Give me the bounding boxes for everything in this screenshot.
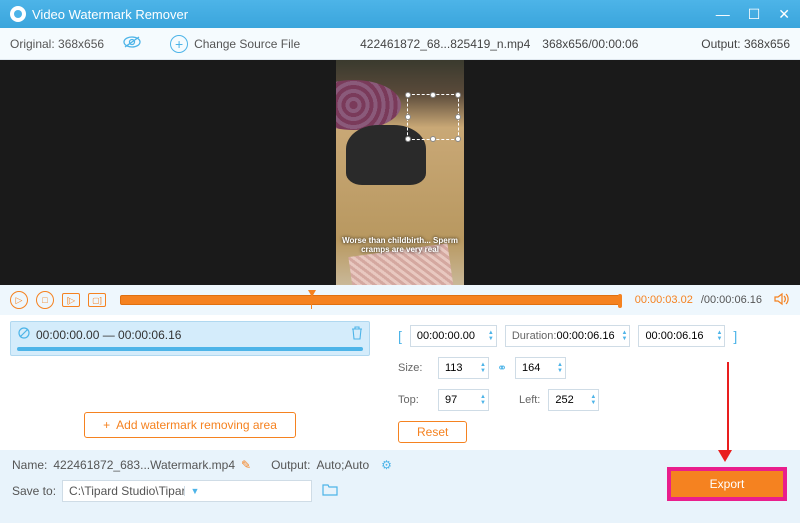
spinner-down[interactable]: ▼ — [590, 400, 596, 406]
selection-box[interactable] — [407, 94, 459, 140]
maximize-button[interactable]: ☐ — [748, 6, 761, 23]
change-source-label: Change Source File — [194, 37, 300, 51]
set-end-bracket[interactable]: ] — [733, 328, 737, 344]
minimize-button[interactable]: ― — [716, 6, 730, 23]
playhead[interactable] — [306, 290, 316, 310]
spinner-down[interactable]: ▼ — [621, 336, 627, 342]
left-input[interactable]: ▲▼ — [548, 389, 599, 411]
name-label: Name: — [12, 458, 47, 472]
resize-handle[interactable] — [455, 136, 461, 142]
playback-controls: ▷ □ [▷ ▢] 00:00:03.02/00:00:06.16 — [0, 285, 800, 315]
change-source-button[interactable]: + Change Source File — [170, 35, 300, 53]
stop-button[interactable]: □ — [36, 291, 54, 309]
resize-handle[interactable] — [430, 92, 436, 98]
duration-input[interactable]: Duration:▲▼ — [505, 325, 631, 347]
spinner-down[interactable]: ▼ — [557, 368, 563, 374]
segment-range: 00:00:00.00 — 00:00:06.16 — [36, 328, 181, 342]
size-label: Size: — [398, 362, 430, 374]
spinner-down[interactable]: ▼ — [480, 400, 486, 406]
add-area-label: Add watermark removing area — [116, 418, 277, 432]
resize-handle[interactable] — [405, 136, 411, 142]
plus-icon: + — [103, 418, 110, 432]
open-folder-icon[interactable] — [322, 483, 338, 499]
top-input[interactable]: ▲▼ — [438, 389, 489, 411]
left-label: Left: — [519, 394, 540, 406]
preview-toggle-icon[interactable] — [122, 35, 142, 52]
parameters-panel: [ ▲▼ Duration:▲▼ ▲▼ ] Size: ▲▼ ⚭ ▲▼ Top:… — [380, 315, 800, 450]
export-bar: Name: 422461872_683...Watermark.mp4 ✎ Ou… — [0, 450, 800, 523]
edit-name-icon[interactable]: ✎ — [241, 458, 251, 472]
height-input[interactable]: ▲▼ — [515, 357, 566, 379]
output-settings-icon[interactable]: ⚙ — [381, 458, 392, 472]
app-logo-icon — [10, 6, 26, 22]
plus-icon: + — [170, 35, 188, 53]
segment-bar[interactable] — [17, 347, 363, 351]
total-time: /00:00:06.16 — [701, 294, 762, 306]
export-button[interactable]: Export — [668, 468, 786, 500]
current-time: 00:00:03.02 — [635, 294, 693, 306]
segment-item[interactable]: 00:00:00.00 — 00:00:06.16 — [10, 321, 370, 356]
watermark-area-icon — [17, 326, 31, 343]
output-dimensions: Output: 368x656 — [701, 37, 790, 51]
timeline-scrubber[interactable] — [120, 295, 621, 305]
info-bar: Original: 368x656 + Change Source File 4… — [0, 28, 800, 60]
save-to-label: Save to: — [12, 484, 56, 498]
resize-handle[interactable] — [405, 114, 411, 120]
segments-panel: 00:00:00.00 — 00:00:06.16 + Add watermar… — [0, 315, 380, 450]
output-name: 422461872_683...Watermark.mp4 — [53, 458, 235, 472]
app-title: Video Watermark Remover — [32, 7, 716, 22]
end-time-input[interactable]: ▲▼ — [638, 325, 725, 347]
output-format-label: Output: — [271, 458, 310, 472]
link-aspect-icon[interactable]: ⚭ — [497, 361, 507, 375]
resize-handle[interactable] — [455, 114, 461, 120]
video-frame: Worse than childbirth... Sperm cramps ar… — [336, 60, 464, 285]
video-caption-text: Worse than childbirth... Sperm cramps ar… — [336, 236, 464, 255]
add-watermark-area-button[interactable]: + Add watermark removing area — [84, 412, 296, 438]
spinner-down[interactable]: ▼ — [716, 336, 722, 342]
start-time-input[interactable]: ▲▼ — [410, 325, 497, 347]
resize-handle[interactable] — [430, 136, 436, 142]
resize-handle[interactable] — [455, 92, 461, 98]
video-preview[interactable]: Worse than childbirth... Sperm cramps ar… — [0, 60, 800, 285]
output-format: Auto;Auto — [316, 458, 369, 472]
save-path-field[interactable]: C:\Tipard Studio\Tipar...ideo Watermark … — [62, 480, 312, 502]
step-forward-button[interactable]: [▷ — [62, 293, 80, 307]
original-dimensions: Original: 368x656 — [10, 37, 104, 51]
set-start-bracket[interactable]: [ — [398, 328, 402, 344]
resize-handle[interactable] — [405, 92, 411, 98]
volume-icon[interactable] — [774, 292, 790, 309]
step-end-button[interactable]: ▢] — [88, 293, 106, 307]
save-path-text: C:\Tipard Studio\Tipar...ideo Watermark … — [69, 484, 184, 498]
close-button[interactable]: ✕ — [778, 6, 790, 23]
spinner-down[interactable]: ▼ — [488, 336, 494, 342]
reset-button[interactable]: Reset — [398, 421, 467, 443]
path-dropdown-icon[interactable]: ▼ — [184, 486, 306, 496]
play-button[interactable]: ▷ — [10, 291, 28, 309]
top-label: Top: — [398, 394, 430, 406]
delete-segment-icon[interactable] — [351, 326, 363, 343]
titlebar: Video Watermark Remover ― ☐ ✕ — [0, 0, 800, 28]
width-input[interactable]: ▲▼ — [438, 357, 489, 379]
source-dimensions: 368x656/00:00:06 — [542, 37, 638, 51]
spinner-down[interactable]: ▼ — [480, 368, 486, 374]
source-filename: 422461872_68...825419_n.mp4 — [360, 37, 530, 51]
